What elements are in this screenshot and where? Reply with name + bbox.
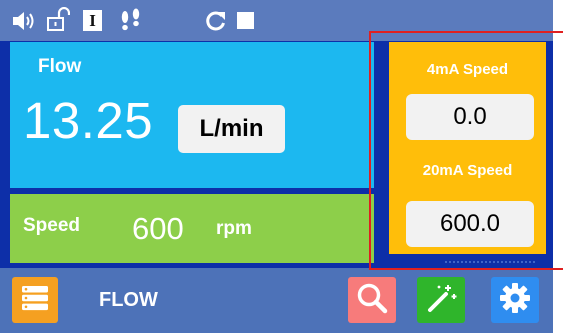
speaker-icon[interactable] — [12, 10, 38, 32]
annotation-bracket — [369, 31, 542, 270]
refresh-icon[interactable] — [205, 10, 227, 32]
page-title: FLOW — [99, 289, 158, 311]
menu-button[interactable] — [12, 277, 58, 323]
footsteps-icon[interactable] — [118, 8, 144, 34]
search-icon — [355, 281, 389, 320]
stop-info-glyph: I — [89, 11, 96, 30]
wizard-button[interactable] — [417, 277, 465, 323]
bottom-nav-bar: FLOW — [0, 268, 553, 333]
stop-icon[interactable] — [237, 12, 254, 29]
speed-value: 600 — [132, 211, 184, 246]
stop-info-icon[interactable]: I — [83, 10, 102, 31]
annotation-leader-top — [541, 31, 563, 33]
menu-icon — [20, 283, 50, 318]
gear-icon — [498, 281, 532, 320]
flow-panel: Flow 13.25 L/min — [10, 42, 374, 188]
settings-button[interactable] — [491, 277, 539, 323]
annotation-leader-bottom — [541, 268, 563, 270]
search-button[interactable] — [348, 277, 396, 323]
speed-unit: rpm — [216, 218, 252, 239]
flow-unit-button[interactable]: L/min — [178, 105, 285, 153]
unlock-icon[interactable] — [46, 6, 71, 33]
flow-value: 13.25 — [23, 92, 154, 149]
speed-panel: Speed 600 rpm — [10, 194, 374, 263]
speed-label: Speed — [23, 215, 81, 236]
magic-wand-icon — [424, 281, 458, 320]
flow-label: Flow — [38, 56, 82, 77]
